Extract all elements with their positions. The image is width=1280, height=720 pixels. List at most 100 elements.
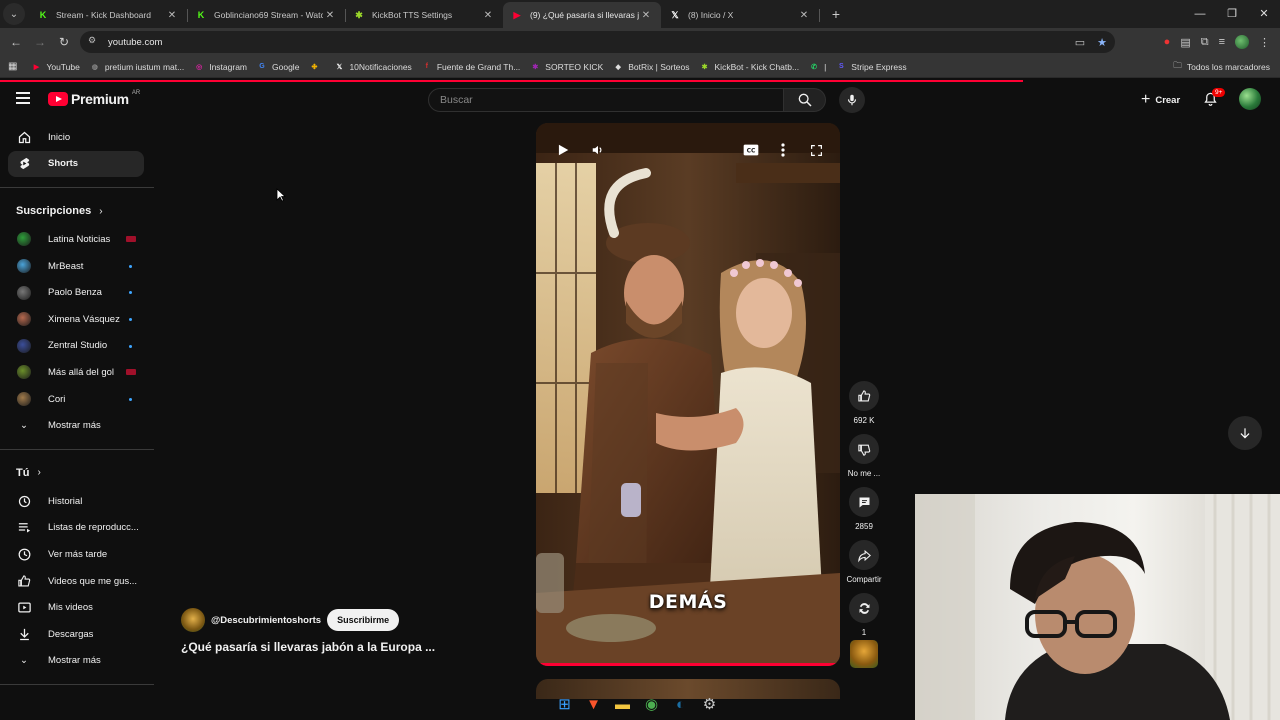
brave-icon[interactable]: ▼ bbox=[584, 695, 603, 714]
address-bar[interactable]: ⚙ youtube.com ▭ ★ bbox=[80, 31, 1115, 53]
sidebar-item-you[interactable]: Mis videos bbox=[8, 594, 144, 621]
thumbs-up-button[interactable] bbox=[849, 381, 879, 411]
shorts-player[interactable]: CC DEMÁS bbox=[536, 123, 840, 666]
back-button[interactable]: ← bbox=[4, 35, 28, 49]
apps-grid-icon[interactable]: ▦ bbox=[8, 61, 17, 72]
media-controls-icon[interactable]: ≡ bbox=[1219, 36, 1225, 48]
browser-tab[interactable]: 𝕏 (8) Inicio / X ✕ bbox=[661, 2, 820, 28]
subscription-label: Cori bbox=[48, 393, 66, 405]
subscription-item[interactable]: Ximena Vásquez bbox=[8, 306, 144, 333]
youtube-header: Premium AR Buscar + Crear 9+ bbox=[0, 82, 1280, 116]
thumbs-down-button[interactable] bbox=[849, 434, 879, 464]
volume-button[interactable] bbox=[586, 138, 610, 162]
sidebar-item-you[interactable]: Historial bbox=[8, 488, 144, 515]
close-tab-icon[interactable]: ✕ bbox=[323, 10, 337, 21]
create-button[interactable]: + Crear bbox=[1133, 89, 1188, 111]
steam-icon[interactable]: ◐ bbox=[671, 695, 690, 714]
menu-icon[interactable] bbox=[16, 92, 30, 107]
browser-tab[interactable]: ✱ KickBot TTS Settings ✕ bbox=[345, 2, 504, 28]
subscriptions-heading[interactable]: Suscripciones › bbox=[16, 196, 154, 226]
bookmark-item[interactable]: S Stripe Express bbox=[836, 62, 907, 72]
youtube-icon: ▶ bbox=[33, 63, 40, 71]
window-controls: — ❐ ✕ bbox=[1184, 0, 1280, 28]
search-placeholder: Buscar bbox=[440, 94, 473, 106]
restore-button[interactable]: ❐ bbox=[1216, 0, 1248, 28]
channel-name[interactable]: @Descubrimientoshorts bbox=[211, 615, 321, 626]
bookmark-star-icon[interactable]: ★ bbox=[1097, 36, 1107, 49]
folder-icon[interactable]: ▬ bbox=[613, 695, 632, 714]
captions-button[interactable]: CC bbox=[739, 138, 763, 162]
video-title[interactable]: ¿Qué pasaría si llevaras jabón a la Euro… bbox=[181, 640, 435, 654]
bookmark-item[interactable]: G Google bbox=[257, 62, 299, 72]
bookmark-item[interactable]: ✤ bbox=[309, 62, 324, 72]
windows-icon[interactable]: ⊞ bbox=[555, 695, 574, 714]
channel-thumbnail[interactable] bbox=[850, 640, 878, 668]
comment-button[interactable] bbox=[849, 487, 879, 517]
fullscreen-button[interactable] bbox=[804, 138, 828, 162]
extensions-puzzle-icon[interactable]: ⧉ bbox=[1201, 36, 1209, 49]
more-options-button[interactable] bbox=[771, 138, 795, 162]
new-tab-button[interactable]: + bbox=[825, 3, 847, 25]
close-tab-icon[interactable]: ✕ bbox=[639, 10, 653, 21]
bookmark-item[interactable]: ◆ BotRix | Sorteos bbox=[613, 62, 690, 72]
app-icon[interactable]: ⚙ bbox=[700, 695, 719, 714]
reload-button[interactable]: ↻ bbox=[52, 35, 76, 49]
subscription-item[interactable]: Paolo Benza bbox=[8, 279, 144, 306]
minimize-button[interactable]: — bbox=[1184, 0, 1216, 28]
play-button[interactable] bbox=[551, 138, 575, 162]
bookmark-item[interactable]: ✆ | bbox=[809, 62, 826, 72]
youtube-logo[interactable]: Premium AR bbox=[48, 90, 140, 107]
tab-search-icon[interactable]: ⌄ bbox=[3, 3, 25, 25]
subscribe-button[interactable]: Suscribirme bbox=[327, 609, 400, 631]
forward-button[interactable]: → bbox=[28, 35, 52, 49]
subscription-item[interactable]: MrBeast bbox=[8, 253, 144, 280]
bookmark-item[interactable]: ✱ SORTEO KICK bbox=[530, 62, 603, 72]
sidebar-item-you[interactable]: Descargas bbox=[8, 621, 144, 648]
sidebar-item-you[interactable]: Videos que me gus... bbox=[8, 568, 144, 595]
bookmark-item[interactable]: f Fuente de Grand Th... bbox=[422, 62, 521, 72]
subscription-item[interactable]: Latina Noticias bbox=[8, 226, 144, 253]
chrome-icon[interactable]: ◉ bbox=[642, 695, 661, 714]
subscription-item[interactable]: Más allá del gol bbox=[8, 359, 144, 386]
search-input[interactable]: Buscar bbox=[428, 88, 784, 112]
subscription-label: Más allá del gol bbox=[48, 366, 115, 378]
browser-tab[interactable]: K Goblinciano69 Stream - Watch ✕ bbox=[187, 2, 346, 28]
all-bookmarks[interactable]: 🗀 Todos los marcadores bbox=[1173, 60, 1270, 74]
next-video-button[interactable] bbox=[1228, 416, 1262, 450]
sidebar-item-inicio[interactable]: Inicio bbox=[8, 124, 144, 151]
extension-icon[interactable]: ▤ bbox=[1180, 36, 1190, 49]
profile-avatar[interactable] bbox=[1235, 35, 1249, 49]
close-tab-icon[interactable]: ✕ bbox=[165, 10, 179, 21]
browser-tab[interactable]: K Stream - Kick Dashboard ✕ bbox=[29, 2, 188, 28]
site-info-icon[interactable]: ⚙ bbox=[88, 35, 102, 49]
close-tab-icon[interactable]: ✕ bbox=[481, 10, 495, 21]
bookmark-item[interactable]: ✱ KickBot - Kick Chatb... bbox=[700, 62, 800, 72]
channel-avatar[interactable] bbox=[181, 608, 205, 632]
voice-search-button[interactable] bbox=[839, 87, 865, 113]
close-tab-icon[interactable]: ✕ bbox=[797, 10, 811, 21]
video-progress-bar[interactable] bbox=[536, 663, 840, 666]
browser-tab[interactable]: ▶ (9) ¿Qué pasaría si llevaras jabó✕ bbox=[503, 2, 661, 28]
bookmark-item[interactable]: 𝕏 10Notificaciones bbox=[334, 62, 412, 72]
record-extension-icon[interactable]: ● bbox=[1164, 36, 1171, 48]
search-button[interactable] bbox=[784, 88, 826, 112]
you-heading[interactable]: Tú › bbox=[16, 458, 154, 488]
bookmark-item[interactable]: ◍ pretium iustum mat... bbox=[90, 62, 184, 72]
bookmark-item[interactable]: ▶ YouTube bbox=[31, 62, 80, 72]
cast-icon[interactable]: ▭ bbox=[1075, 36, 1085, 49]
remix-button[interactable] bbox=[849, 593, 879, 623]
close-window-button[interactable]: ✕ bbox=[1248, 0, 1280, 28]
you-show-more[interactable]: ⌄ Mostrar más bbox=[8, 648, 144, 675]
share-button[interactable] bbox=[849, 540, 879, 570]
notifications-button[interactable]: 9+ bbox=[1203, 88, 1226, 112]
chrome-menu-icon[interactable]: ⋮ bbox=[1259, 36, 1270, 49]
bookmark-item[interactable]: ◎ Instagram bbox=[194, 62, 247, 72]
remix-icon bbox=[859, 602, 869, 614]
subscription-item[interactable]: Cori bbox=[8, 386, 144, 413]
user-avatar[interactable] bbox=[1239, 88, 1261, 110]
sidebar-item-you[interactable]: Ver más tarde bbox=[8, 541, 144, 568]
sidebar-item-you[interactable]: Listas de reproducc... bbox=[8, 515, 144, 542]
subs-show-more[interactable]: ⌄ Mostrar más bbox=[8, 412, 144, 439]
subscription-item[interactable]: Zentral Studio bbox=[8, 333, 144, 360]
sidebar-item-shorts[interactable]: Shorts bbox=[8, 150, 144, 178]
